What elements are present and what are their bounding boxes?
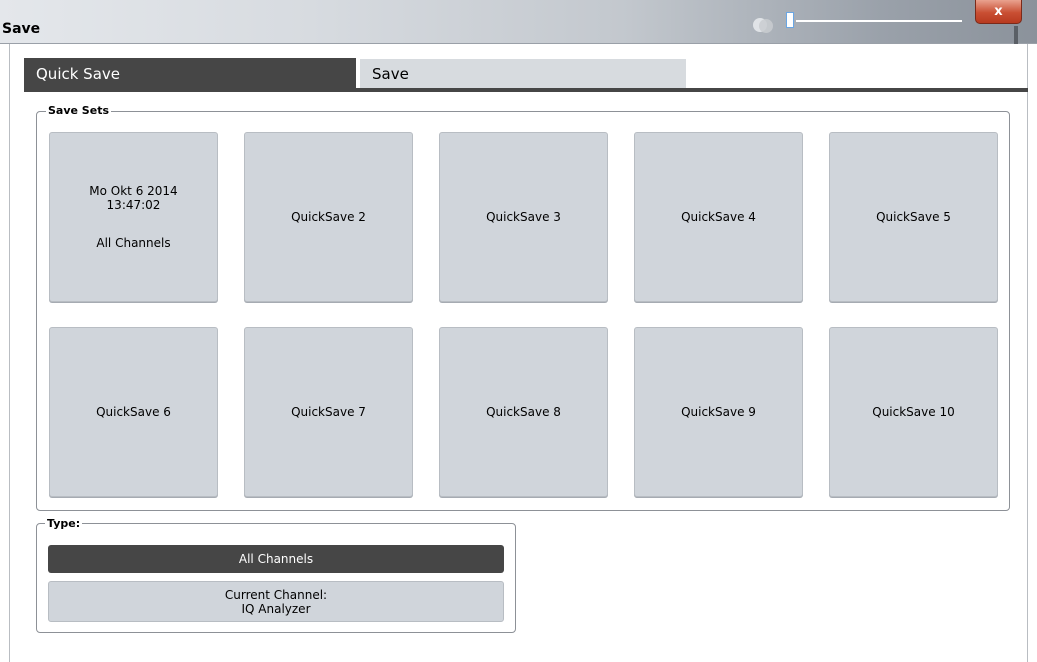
- slider-track: [796, 20, 962, 22]
- tab-label: Save: [372, 64, 409, 83]
- quicksave-slot-6[interactable]: QuickSave 6: [49, 327, 218, 497]
- window-edge: [1014, 26, 1018, 44]
- save-sets-label: Save Sets: [46, 104, 111, 117]
- window-title: Save: [2, 21, 41, 37]
- tab-save[interactable]: Save: [360, 59, 686, 88]
- type-label: Type:: [45, 517, 83, 530]
- transparency-slider[interactable]: [786, 12, 966, 30]
- quicksave-slot-1[interactable]: Mo Okt 6 2014 13:47:02 All Channels: [49, 132, 218, 302]
- slot-label: QuickSave 3: [486, 210, 561, 224]
- quicksave-slot-2[interactable]: QuickSave 2: [244, 132, 413, 302]
- slot-time: 13:47:02: [106, 198, 161, 212]
- tab-underline: [24, 88, 1028, 92]
- all-channels-button[interactable]: All Channels: [48, 545, 504, 573]
- quicksave-slot-3[interactable]: QuickSave 3: [439, 132, 608, 302]
- slot-label: QuickSave 6: [96, 405, 171, 419]
- quicksave-slot-10[interactable]: QuickSave 10: [829, 327, 998, 497]
- title-bar: Save x: [0, 0, 1037, 44]
- current-channel-button[interactable]: Current Channel: IQ Analyzer: [48, 581, 504, 622]
- slot-label: QuickSave 2: [291, 210, 366, 224]
- quicksave-slot-7[interactable]: QuickSave 7: [244, 327, 413, 497]
- slot-label: QuickSave 8: [486, 405, 561, 419]
- quicksave-slot-9[interactable]: QuickSave 9: [634, 327, 803, 497]
- tab-quick-save[interactable]: Quick Save: [24, 58, 356, 89]
- button-label: All Channels: [238, 552, 314, 566]
- quicksave-slot-8[interactable]: QuickSave 8: [439, 327, 608, 497]
- slot-label: QuickSave 10: [872, 405, 955, 419]
- slot-label: QuickSave 9: [681, 405, 756, 419]
- button-label-line2: IQ Analyzer: [241, 601, 311, 616]
- slot-date: Mo Okt 6 2014: [89, 184, 178, 198]
- button-label-line1: Current Channel:: [224, 587, 328, 602]
- close-button[interactable]: x: [975, 0, 1022, 24]
- slot-type: All Channels: [96, 236, 171, 250]
- slider-thumb[interactable]: [786, 12, 794, 28]
- close-icon: x: [994, 4, 1003, 19]
- slot-label: QuickSave 7: [291, 405, 366, 419]
- quicksave-slot-4[interactable]: QuickSave 4: [634, 132, 803, 302]
- slot-label: QuickSave 4: [681, 210, 756, 224]
- quicksave-slot-5[interactable]: QuickSave 5: [829, 132, 998, 302]
- slot-label: QuickSave 5: [876, 210, 951, 224]
- transparency-icon[interactable]: [750, 14, 776, 36]
- tab-label: Quick Save: [36, 64, 121, 83]
